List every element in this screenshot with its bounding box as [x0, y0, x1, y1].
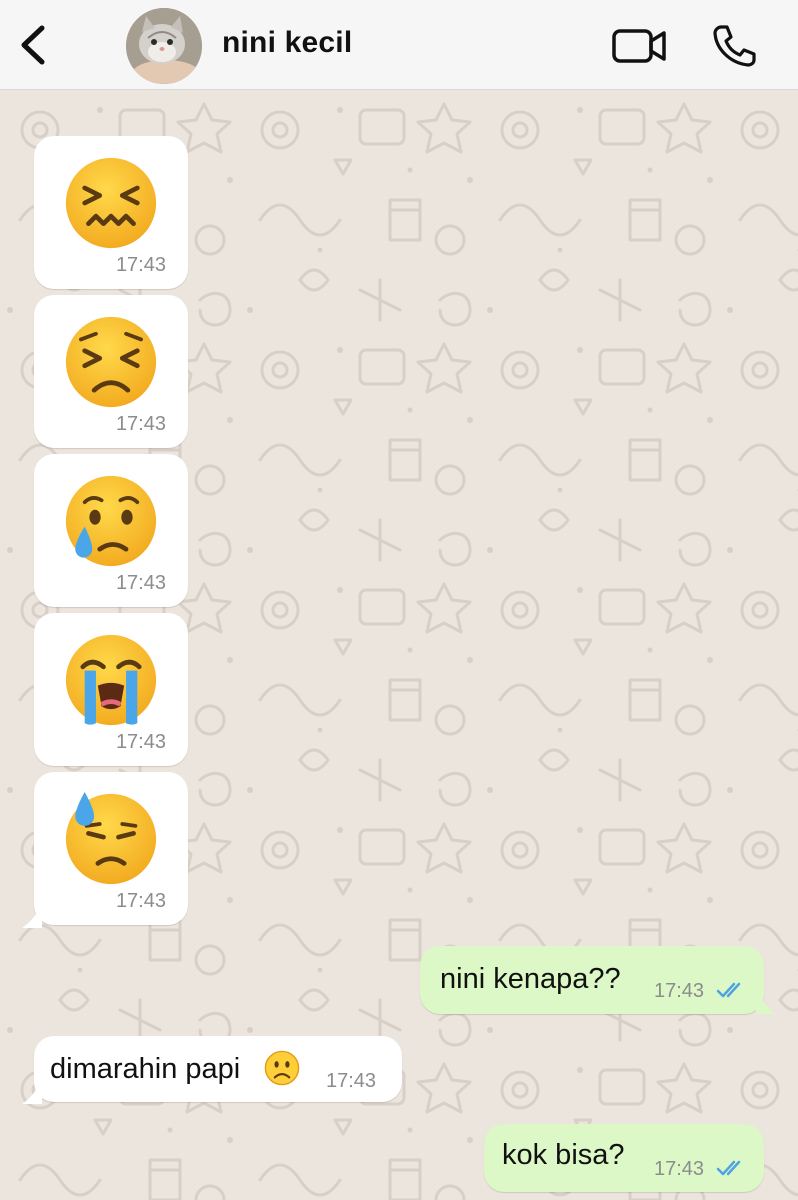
- message-time: 17:43: [115, 572, 166, 594]
- message-text: nini kenapa??: [440, 963, 621, 995]
- message-time: 17:43: [115, 731, 166, 753]
- message-bubble-outgoing[interactable]: kok bisa? 17:43: [484, 1124, 764, 1192]
- bubble-tail: [22, 904, 42, 928]
- message-time: 17:43: [654, 980, 705, 1002]
- downcast-face-with-sweat-emoji: [65, 792, 157, 885]
- message-bubble[interactable]: 17:43: [34, 772, 188, 925]
- confounded-face-emoji: [65, 157, 157, 249]
- message-text: kok bisa?: [502, 1139, 625, 1171]
- bubble-tail: [22, 1080, 42, 1104]
- read-receipt-icon: [716, 982, 741, 998]
- read-receipt-icon: [716, 1160, 741, 1176]
- message-bubble[interactable]: 17:43: [34, 613, 188, 766]
- message-bubble[interactable]: 17:43: [34, 136, 188, 289]
- contact-name[interactable]: nini kecil: [222, 26, 352, 60]
- message-bubble[interactable]: 17:43: [34, 454, 188, 607]
- message-bubble-outgoing[interactable]: nini kenapa?? 17:43: [420, 946, 764, 1014]
- message-time: 17:43: [115, 413, 166, 435]
- persevering-face-emoji: [65, 316, 157, 408]
- crying-face-emoji: [65, 475, 157, 567]
- loudly-crying-face-emoji: [65, 634, 157, 726]
- message-bubble[interactable]: 17:43: [34, 295, 188, 448]
- back-button[interactable]: [14, 22, 54, 68]
- chevron-left-icon: [21, 25, 45, 65]
- message-time: 17:43: [326, 1070, 377, 1092]
- chat-area[interactable]: 17:43 17:43 17:43 17:43 17:43 nini kenap…: [0, 90, 798, 1200]
- contact-avatar[interactable]: [126, 8, 202, 84]
- message-time: 17:43: [654, 1158, 705, 1180]
- chat-header: nini kecil: [0, 0, 798, 90]
- phone-icon: [713, 25, 756, 67]
- message-text: dimarahin papi: [50, 1053, 241, 1085]
- voice-call-button[interactable]: [710, 22, 758, 68]
- video-camera-icon: [612, 29, 666, 63]
- message-time: 17:43: [115, 890, 166, 912]
- bubble-tail: [756, 990, 776, 1014]
- message-time: 17:43: [115, 254, 166, 276]
- frowning-face-icon: [264, 1050, 300, 1086]
- message-bubble[interactable]: dimarahin papi 17:43: [34, 1036, 402, 1102]
- video-call-button[interactable]: [610, 24, 670, 68]
